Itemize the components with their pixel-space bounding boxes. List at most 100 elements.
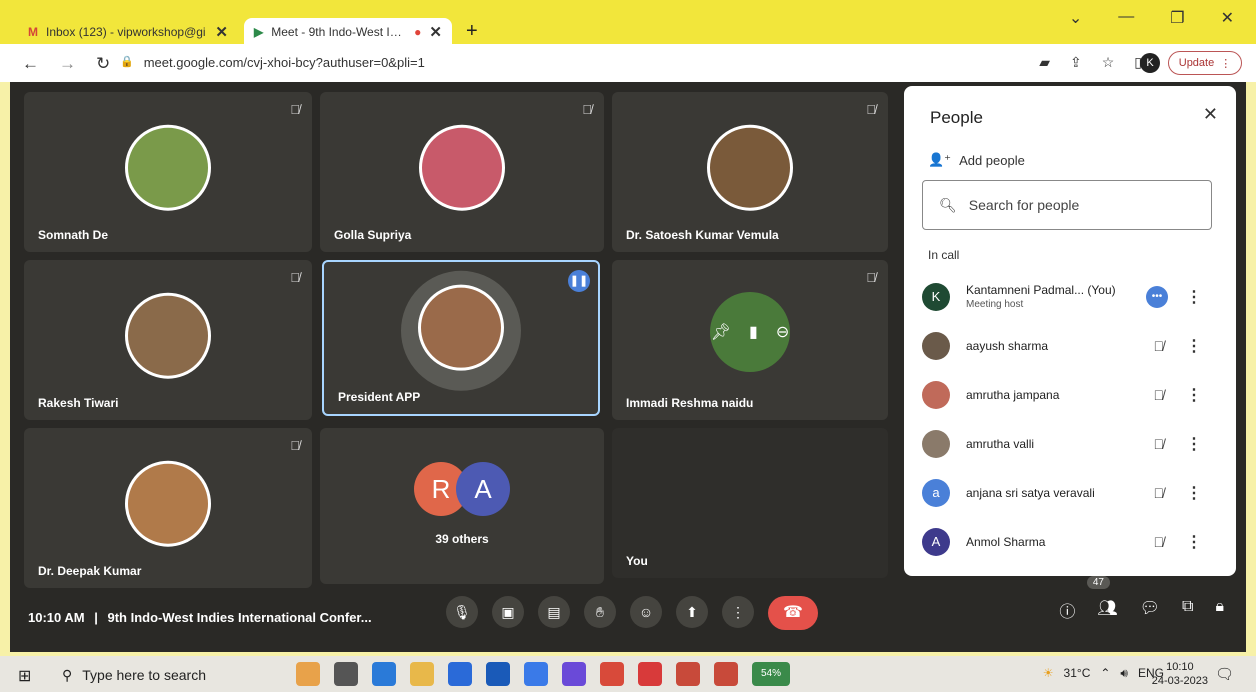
close-tab-icon[interactable]: ✕: [215, 23, 228, 41]
leave-call-button[interactable]: ☎: [768, 596, 818, 630]
wps-icon[interactable]: [638, 662, 662, 686]
share-icon[interactable]: ⇪: [1070, 54, 1082, 71]
list-item[interactable]: a anjana sri satya veravali 🎙̸ ⋮: [904, 468, 1236, 517]
more-options-icon[interactable]: ⋮: [1186, 434, 1202, 454]
profile-avatar[interactable]: K: [1140, 53, 1160, 73]
mic-off-icon[interactable]: 🎙̸: [1154, 436, 1165, 452]
participant-name: President APP: [338, 390, 421, 404]
app-l-icon[interactable]: [486, 662, 510, 686]
lock-icon[interactable]: 🔒: [120, 55, 134, 70]
file-explorer-icon[interactable]: [410, 662, 434, 686]
back-icon[interactable]: ←: [22, 54, 39, 74]
participant-tile[interactable]: 📌︎ ▮ ⊖ 🎙̸ Immadi Reshma naidu: [612, 260, 888, 420]
raise-hand-button[interactable]: ✋︎: [584, 596, 616, 628]
task-view-icon[interactable]: [334, 662, 358, 686]
participant-tile[interactable]: 🎙̸ Dr. Satoesh Kumar Vemula: [612, 92, 888, 252]
avatar: [125, 292, 211, 379]
app-icon[interactable]: [562, 662, 586, 686]
close-tab-icon[interactable]: ✕: [429, 23, 442, 41]
remove-icon[interactable]: ⊖: [776, 322, 789, 342]
search-people-input[interactable]: 🔍︎ Search for people: [922, 180, 1212, 230]
activities-icon[interactable]: ⧉: [1182, 598, 1193, 622]
mail-icon[interactable]: [448, 662, 472, 686]
taskbar-clock[interactable]: 10:10 24-03-2023: [1152, 660, 1208, 688]
mic-off-icon[interactable]: 🎙̸: [1154, 534, 1165, 550]
chrome-icon[interactable]: [714, 662, 738, 686]
people-count-badge: 47: [1086, 576, 1110, 589]
participant-tile[interactable]: 🎙̸ Somnath De: [24, 92, 312, 252]
edge-icon[interactable]: [372, 662, 396, 686]
tray-chevron-icon[interactable]: ⌃: [1100, 666, 1110, 681]
people-icon[interactable]: 👥︎: [1097, 598, 1117, 622]
notifications-icon[interactable]: 🗨︎: [1215, 665, 1234, 683]
volume-icon[interactable]: 🔊︎: [1120, 666, 1128, 681]
more-options-icon[interactable]: ⋮: [1186, 385, 1202, 405]
list-item[interactable]: A Anmol Sharma 🎙̸ ⋮: [904, 517, 1236, 566]
reload-icon[interactable]: ↻: [96, 54, 110, 74]
mic-off-icon[interactable]: 🎙̸: [1154, 485, 1165, 501]
reactions-button[interactable]: ☺: [630, 596, 662, 628]
weather-icon[interactable]: ☀: [1043, 666, 1054, 681]
list-item[interactable]: K Kantamneni Padmal... (You) Meeting hos…: [904, 272, 1236, 321]
camera-icon[interactable]: ▰: [1039, 54, 1050, 71]
more-options-icon[interactable]: ⋮: [1186, 532, 1202, 552]
maximize-button[interactable]: ❐: [1170, 8, 1184, 28]
chrome-icon[interactable]: [600, 662, 624, 686]
chat-icon[interactable]: 💬︎: [1140, 598, 1160, 622]
close-window-button[interactable]: ✕: [1221, 8, 1234, 28]
others-count-label: 39 others: [435, 532, 489, 546]
tab-meet[interactable]: ▶ Meet - 9th Indo-West Indie ● ✕: [244, 18, 452, 46]
more-options-icon[interactable]: ⋮: [1186, 287, 1202, 307]
minimize-button[interactable]: —: [1118, 8, 1134, 28]
captions-button[interactable]: ▤: [538, 596, 570, 628]
avatar: [125, 460, 211, 547]
list-item[interactable]: amrutha valli 🎙̸ ⋮: [904, 419, 1236, 468]
list-item[interactable]: aayush sharma 🎙̸ ⋮: [904, 321, 1236, 370]
store-icon[interactable]: [524, 662, 548, 686]
participant-tile[interactable]: 🎙̸ Dr. Deepak Kumar: [24, 428, 312, 588]
tab-label: Meet - 9th Indo-West Indie: [271, 25, 407, 39]
mic-off-icon: 🎙̸: [290, 270, 300, 285]
new-tab-button[interactable]: +: [466, 20, 478, 43]
panel-title: People: [930, 108, 983, 127]
people-panel: People ✕ 👤⁺ Add people 🔍︎ Search for peo…: [904, 86, 1236, 576]
more-options-button[interactable]: ⋮: [722, 596, 754, 628]
microphone-button[interactable]: 🎙︎: [446, 596, 478, 628]
info-icon[interactable]: ⓘ: [1059, 598, 1075, 622]
host-controls-icon[interactable]: 🔒︎: [1215, 598, 1224, 622]
forward-icon[interactable]: →: [59, 54, 76, 74]
participant-tile[interactable]: 🎙̸ Rakesh Tiwari: [24, 260, 312, 420]
pin-icon[interactable]: 📌︎: [711, 322, 731, 342]
add-people-button[interactable]: 👤⁺ Add people: [928, 152, 1025, 168]
more-options-icon[interactable]: ⋮: [1186, 336, 1202, 356]
mic-off-icon[interactable]: 🎙̸: [1154, 338, 1165, 354]
close-icon[interactable]: ✕: [1203, 104, 1218, 125]
participant-tile-active[interactable]: ❚❚ President APP: [322, 260, 600, 416]
tab-inbox[interactable]: M Inbox (123) - vipworkshop@gi ✕: [18, 18, 238, 46]
participant-name: Immadi Reshma naidu: [626, 396, 754, 410]
call-controls: 🎙︎ ▣ ▤ ✋︎ ☺ ⬆ ⋮ ☎: [446, 596, 818, 630]
battery-widget[interactable]: 54%: [752, 662, 790, 686]
chrome-icon[interactable]: [676, 662, 700, 686]
list-item[interactable]: amrutha jampana 🎙̸ ⋮: [904, 370, 1236, 419]
speaking-indicator-icon: ❚❚: [568, 270, 590, 292]
mute-participant-icon[interactable]: ▮: [749, 322, 758, 342]
update-button[interactable]: Update ⋮: [1168, 51, 1242, 75]
in-call-heading: In call: [928, 248, 960, 262]
present-button[interactable]: ⬆: [676, 596, 708, 628]
windows-start-icon[interactable]: ⊞: [18, 666, 31, 686]
people-app-icon[interactable]: [296, 662, 320, 686]
mic-off-icon[interactable]: 🎙̸: [1154, 387, 1165, 403]
bookmark-star-icon[interactable]: ☆: [1102, 54, 1115, 71]
participant-tile[interactable]: 🎙̸ Golla Supriya: [320, 92, 604, 252]
more-options-icon[interactable]: ⋮: [1186, 483, 1202, 503]
avatar: [419, 124, 505, 211]
url-field[interactable]: 🔒 meet.google.com/cvj-xhoi-bcy?authuser=…: [120, 55, 425, 70]
weather-temp[interactable]: 31°C: [1064, 666, 1091, 681]
taskbar-search[interactable]: ⚲ Type here to search: [62, 667, 206, 684]
taskbar-search-placeholder: Type here to search: [82, 667, 207, 683]
others-tile[interactable]: R A 39 others: [320, 428, 604, 584]
tab-search-icon[interactable]: ⌄: [1069, 8, 1082, 28]
camera-button[interactable]: ▣: [492, 596, 524, 628]
self-tile[interactable]: You: [612, 428, 888, 578]
